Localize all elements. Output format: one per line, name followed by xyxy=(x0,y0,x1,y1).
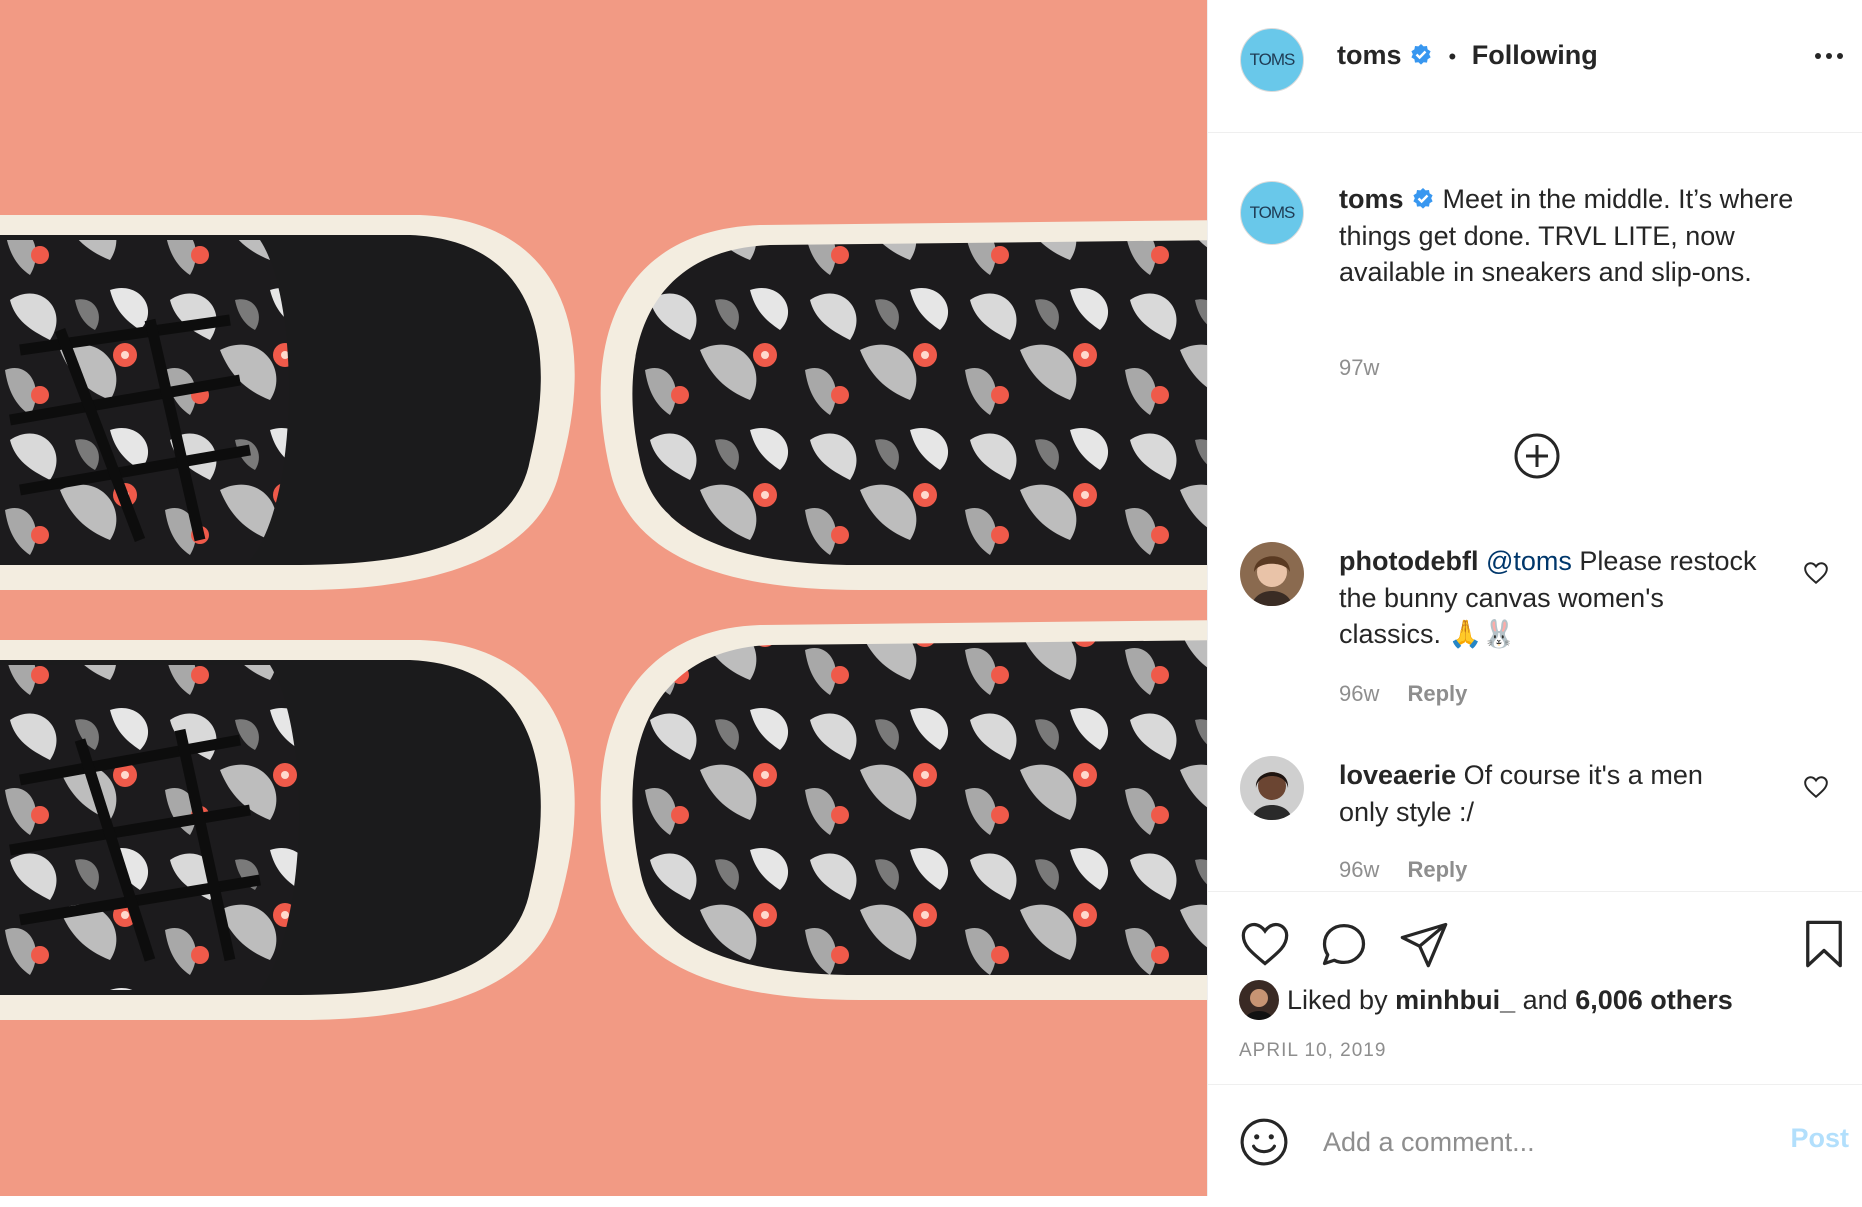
likes-conjunction: and xyxy=(1522,984,1568,1015)
post-side-panel: TOMS toms • Following TOMS toms Meet in … xyxy=(1207,0,1862,1196)
heart-icon[interactable] xyxy=(1803,774,1829,800)
caption-username[interactable]: toms xyxy=(1339,184,1404,214)
comment-username[interactable]: loveaerie xyxy=(1339,760,1456,790)
heart-icon[interactable] xyxy=(1803,560,1829,586)
comment-input[interactable] xyxy=(1321,1119,1765,1165)
verified-badge-icon xyxy=(1411,44,1431,65)
heart-icon[interactable] xyxy=(1239,918,1291,970)
post-photo[interactable] xyxy=(0,0,1207,1196)
right-shoe-top xyxy=(600,220,1207,590)
liker-avatar[interactable] xyxy=(1239,980,1279,1020)
caption-avatar[interactable]: TOMS xyxy=(1240,181,1304,245)
paper-plane-icon[interactable] xyxy=(1398,918,1450,970)
reply-button[interactable]: Reply xyxy=(1407,857,1467,882)
add-comment-bar: Post xyxy=(1208,1085,1862,1196)
left-shoe-top xyxy=(0,215,575,590)
header-divider xyxy=(1208,132,1862,133)
likes-summary: Liked by minhbui_ and 6,006 others xyxy=(1239,980,1733,1020)
header-separator: • xyxy=(1448,44,1457,69)
plus-circle-icon[interactable] xyxy=(1513,432,1561,480)
post-date[interactable]: APRIL 10, 2019 xyxy=(1239,1040,1386,1062)
header-username[interactable]: toms xyxy=(1337,40,1402,70)
comment-meta: 96w Reply xyxy=(1339,857,1467,883)
comment: loveaerie Of course it's a men only styl… xyxy=(1339,757,1759,830)
sneakers-photo xyxy=(0,0,1207,1196)
more-options-icon[interactable] xyxy=(1811,46,1847,66)
instagram-post: TOMS toms • Following TOMS toms Meet in … xyxy=(0,0,1862,1207)
post-comment-button[interactable]: Post xyxy=(1790,1123,1849,1154)
comment-username[interactable]: photodebfl xyxy=(1339,546,1478,576)
user-photo xyxy=(1240,756,1304,820)
action-bar xyxy=(1208,912,1862,972)
comments-divider xyxy=(1208,891,1862,892)
liker-username[interactable]: minhbui_ xyxy=(1395,985,1515,1016)
smiley-icon[interactable] xyxy=(1239,1117,1289,1167)
user-photo xyxy=(1239,980,1279,1020)
comment-age: 96w xyxy=(1339,681,1380,706)
caption: toms Meet in the middle. It’s where thin… xyxy=(1339,181,1819,291)
comment-meta: 96w Reply xyxy=(1339,681,1467,707)
caption-text: Meet in the middle. It’s where things ge… xyxy=(1339,184,1794,287)
likes-prefix: Liked by xyxy=(1287,984,1388,1015)
right-shoe-bottom xyxy=(600,620,1207,1000)
comment-age: 96w xyxy=(1339,857,1380,882)
likes-others-link[interactable]: 6,006 others xyxy=(1575,985,1733,1016)
verified-badge-icon xyxy=(1413,188,1433,209)
comment-avatar[interactable] xyxy=(1240,542,1304,606)
user-photo xyxy=(1240,542,1304,606)
caption-age: 97w xyxy=(1339,355,1380,380)
header-avatar[interactable]: TOMS xyxy=(1240,28,1304,92)
avatar-logo-text: TOMS xyxy=(1249,50,1296,69)
comment-bubble-icon[interactable] xyxy=(1318,918,1370,970)
comment-mention[interactable]: @toms xyxy=(1486,546,1572,576)
comment-avatar[interactable] xyxy=(1240,756,1304,820)
reply-button[interactable]: Reply xyxy=(1407,681,1467,706)
following-button[interactable]: Following xyxy=(1472,40,1598,70)
avatar-logo-text: TOMS xyxy=(1249,203,1296,222)
left-shoe-bottom xyxy=(0,640,575,1020)
bookmark-icon[interactable] xyxy=(1798,918,1850,970)
post-header: toms • Following xyxy=(1337,40,1598,71)
comment: photodebfl @toms Please restock the bunn… xyxy=(1339,543,1759,653)
